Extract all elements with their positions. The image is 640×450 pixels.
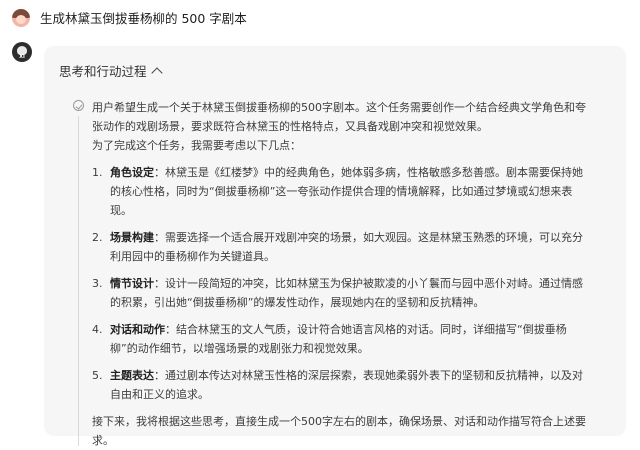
thinking-lead: 为了完成这个任务，我需要考虑以下几点： [92,139,301,152]
bot-avatar-label: XI [19,54,25,60]
list-item: 1. 角色设定：林黛玉是《红楼梦》中的经典角色，她体弱多病，性格敏感多愁善感。剧本… [92,166,583,217]
thinking-closing: 接下来，我将根据这些思考，直接生成一个500字左右的剧本，确保场景、对话和动作描… [92,415,586,447]
thinking-header-label: 思考和行动过程 [59,64,147,79]
user-message-text: 生成林黛玉倒拔垂杨柳的 500 字剧本 [40,11,247,26]
thinking-intro: 用户希望生成一个关于林黛玉倒拔垂杨柳的500字剧本。这个任务需要创作一个结合经典… [92,101,586,133]
list-item: 3. 情节设计：设计一段简短的冲突，比如林黛玉为保护被欺凌的小丫鬟而与园中恶仆对峙… [92,277,583,309]
list-item: 4. 对话和动作：结合林黛玉的文人气质，设计符合她语言风格的对话。同时，详细描写“… [92,323,567,355]
list-item: 2. 场景构建：需要选择一个适合展开戏剧冲突的场景，如大观园。这是林黛玉熟悉的环境… [92,231,583,263]
user-message: 生成林黛玉倒拔垂杨柳的 500 字剧本 [12,8,247,27]
bot-avatar: XI [12,42,32,62]
timeline-line [78,116,79,446]
chevron-up-icon [150,66,163,79]
thinking-content: 用户希望生成一个关于林黛玉倒拔垂杨柳的500字剧本。这个任务需要创作一个结合经典… [92,98,592,450]
consideration-list: 1. 角色设定：林黛玉是《红楼梦》中的经典角色，她体弱多病，性格敏感多愁善感。剧本… [92,163,592,404]
list-item: 5. 主题表达：通过剧本传达对林黛玉性格的深层探索，表现她柔弱外表下的坚韧和反抗精… [92,369,583,401]
user-avatar [12,8,30,27]
thinking-toggle[interactable]: 思考和行动过程 [59,61,163,80]
thinking-panel: 思考和行动过程 用户希望生成一个关于林黛玉倒拔垂杨柳的500字剧本。这个任务需要… [44,46,626,447]
check-circle-icon [73,100,84,111]
